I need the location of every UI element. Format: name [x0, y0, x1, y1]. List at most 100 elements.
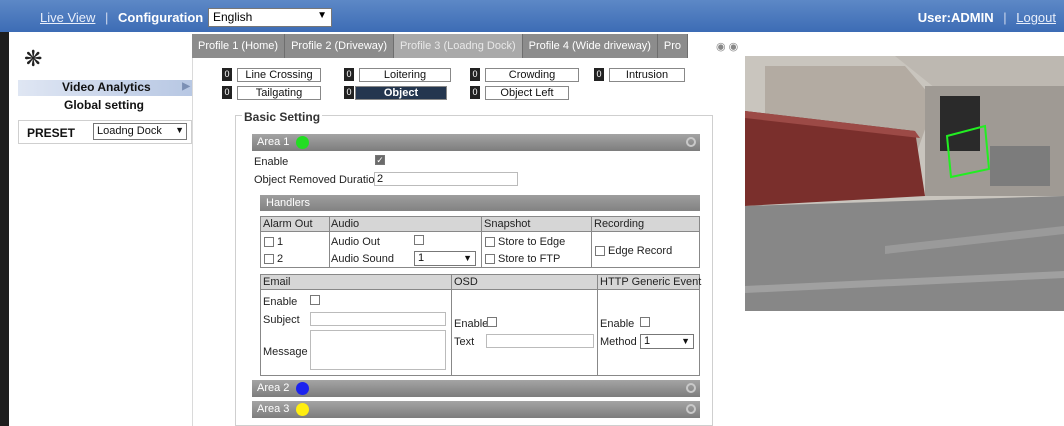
alarm-2-label: 2 [277, 253, 284, 265]
http-enable-label: Enable [600, 318, 635, 330]
divider [329, 216, 330, 268]
event-tailgating[interactable]: 0 Tailgating [222, 86, 321, 100]
alarm-out-header: Alarm Out [263, 218, 313, 230]
edge-record-label: Edge Record [608, 245, 673, 257]
method-value: 1 [644, 335, 651, 347]
tab-profile-5[interactable]: Pro [657, 34, 688, 58]
snapshot-header: Snapshot [484, 218, 531, 230]
live-view-link[interactable]: Live View [40, 10, 95, 25]
tab-profile-3[interactable]: Profile 3 (Loadng Dock) [394, 34, 523, 58]
handlers-header: Handlers [260, 195, 700, 211]
collapse-icon[interactable] [686, 383, 696, 393]
event-object-left[interactable]: 0 Object Left [470, 86, 569, 100]
store-edge-checkbox[interactable] [485, 237, 495, 247]
event-count: 0 [470, 86, 480, 99]
alarm-2-checkbox[interactable] [264, 254, 274, 264]
profile-tabs: Profile 1 (Home) Profile 2 (Driveway) Prof… [192, 34, 722, 58]
top-nav: Live View | Configuration | [40, 10, 222, 25]
chevron-down-icon: ▼ [317, 10, 327, 21]
preset-row: PRESET Loadng Dock ▼ [18, 120, 192, 144]
event-label: Crowding [485, 68, 579, 82]
sidebar-item-label: Video Analytics [62, 80, 151, 94]
user-label: User:ADMIN [917, 10, 994, 25]
osd-enable-checkbox[interactable] [487, 317, 497, 327]
duration-label: Object Removed Duration [254, 174, 381, 186]
collapse-icon[interactable] [686, 404, 696, 414]
http-enable-checkbox[interactable] [640, 317, 650, 327]
sidebar-item-global-setting[interactable]: Global setting [64, 98, 144, 112]
tab-profile-1[interactable]: Profile 1 (Home) [192, 34, 286, 58]
event-label: Object Removed [355, 86, 447, 111]
alarm-1-checkbox[interactable] [264, 237, 274, 247]
basic-setting-title: Basic Setting [242, 110, 323, 124]
arrow-right-icon: ▶ [182, 81, 190, 92]
event-count: 0 [470, 68, 480, 81]
audio-out-checkbox[interactable] [414, 235, 424, 245]
enable-checkbox[interactable]: ✓ [375, 155, 385, 165]
sidebar-item-video-analytics[interactable]: Video Analytics ▶ [18, 80, 194, 96]
event-crowding[interactable]: 0 Crowding [470, 68, 579, 82]
left-edge [0, 32, 9, 426]
message-label: Message [263, 346, 308, 358]
area-3-header[interactable]: Area 3 [252, 401, 700, 418]
duration-input[interactable]: 2 [374, 172, 518, 186]
event-line-crossing[interactable]: 0 Line Crossing [222, 68, 321, 82]
method-select[interactable]: 1 ▼ [640, 334, 694, 349]
chevron-down-icon: ▼ [463, 253, 472, 263]
edge-record-checkbox[interactable] [595, 246, 605, 256]
divider [481, 216, 482, 268]
event-label: Intrusion [609, 68, 685, 82]
area-color-dot [296, 135, 310, 149]
message-textarea[interactable] [310, 330, 446, 370]
configuration-link[interactable]: Configuration [118, 10, 203, 25]
camera-preview[interactable] [745, 56, 1064, 311]
event-loitering[interactable]: 0 Loitering [344, 68, 451, 82]
http-header: HTTP Generic Event [600, 276, 702, 288]
tab-profile-4[interactable]: Profile 4 (Wide driveway) [522, 34, 658, 58]
user-separator: | [1003, 10, 1007, 25]
store-edge-label: Store to Edge [498, 236, 566, 248]
event-count: 0 [222, 86, 232, 99]
camera-scene-image [745, 56, 1064, 311]
audio-sound-select[interactable]: 1 ▼ [414, 251, 476, 266]
event-count: 0 [344, 86, 354, 99]
language-select[interactable]: English ▼ [208, 8, 332, 27]
area-label: Area 1 [257, 136, 290, 148]
event-count: 0 [222, 68, 232, 81]
preset-select[interactable]: Loadng Dock ▼ [93, 123, 187, 140]
event-intrusion[interactable]: 0 Intrusion [594, 68, 685, 82]
area-color-dot [296, 381, 310, 395]
event-label: Loitering [359, 68, 451, 82]
email-enable-label: Enable [263, 296, 298, 308]
chevron-down-icon: ▼ [681, 336, 690, 346]
event-count: 0 [344, 68, 354, 81]
email-header: Email [263, 276, 291, 288]
alarm-1-label: 1 [277, 236, 284, 248]
gear-icon: ❋ [24, 46, 43, 71]
area-color-dot [296, 402, 310, 416]
enable-label: Enable [254, 156, 289, 168]
chevron-down-icon: ▼ [175, 125, 184, 135]
event-label: Object Left [485, 86, 569, 100]
recording-header: Recording [594, 218, 645, 230]
event-label: Tailgating [237, 86, 321, 100]
store-ftp-checkbox[interactable] [485, 254, 495, 264]
preset-value: Loadng Dock [97, 125, 162, 137]
area-1-header[interactable]: Area 1 [252, 134, 700, 151]
tab-profile-2[interactable]: Profile 2 (Driveway) [285, 34, 395, 58]
event-count: 0 [594, 68, 604, 81]
area-label: Area 2 [257, 382, 290, 394]
top-bar: Live View | Configuration | English ▼ Us… [0, 0, 1064, 32]
audio-header: Audio [331, 218, 360, 230]
event-label: Line Crossing [237, 68, 321, 82]
preset-label: PRESET [27, 126, 76, 140]
subject-input[interactable] [310, 312, 446, 326]
event-object-removed[interactable]: 0 Object Removed [344, 86, 447, 111]
logout-link[interactable]: Logout [1016, 10, 1056, 25]
osd-text-input[interactable] [486, 334, 594, 348]
osd-text-label: Text [454, 336, 475, 348]
area-2-header[interactable]: Area 2 [252, 380, 700, 397]
tab-scroll-controls[interactable]: ◉ ◉ [716, 40, 738, 53]
email-enable-checkbox[interactable] [310, 295, 320, 305]
collapse-icon[interactable] [686, 137, 696, 147]
